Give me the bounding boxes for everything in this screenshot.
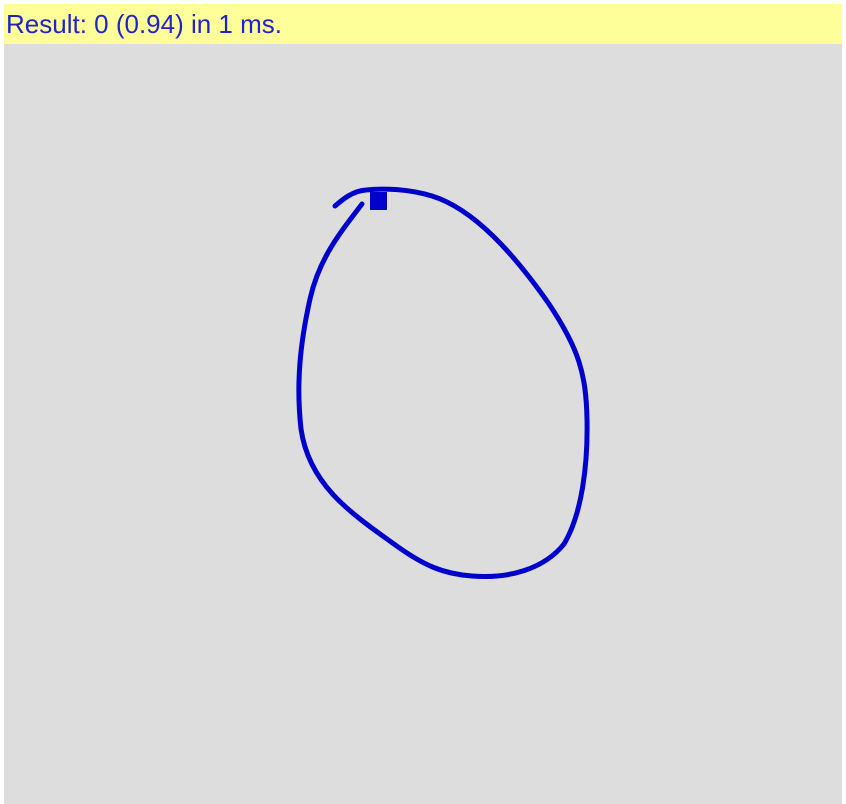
canvas-svg — [296, 186, 590, 579]
hand-drawn-stroke — [296, 186, 590, 579]
stroke-end-square-icon — [370, 192, 387, 210]
result-status: Result: 0 (0.94) in 1 ms. — [4, 4, 842, 44]
drawing-canvas[interactable] — [4, 44, 842, 804]
recognizer-frame: Result: 0 (0.94) in 1 ms. — [4, 4, 842, 804]
